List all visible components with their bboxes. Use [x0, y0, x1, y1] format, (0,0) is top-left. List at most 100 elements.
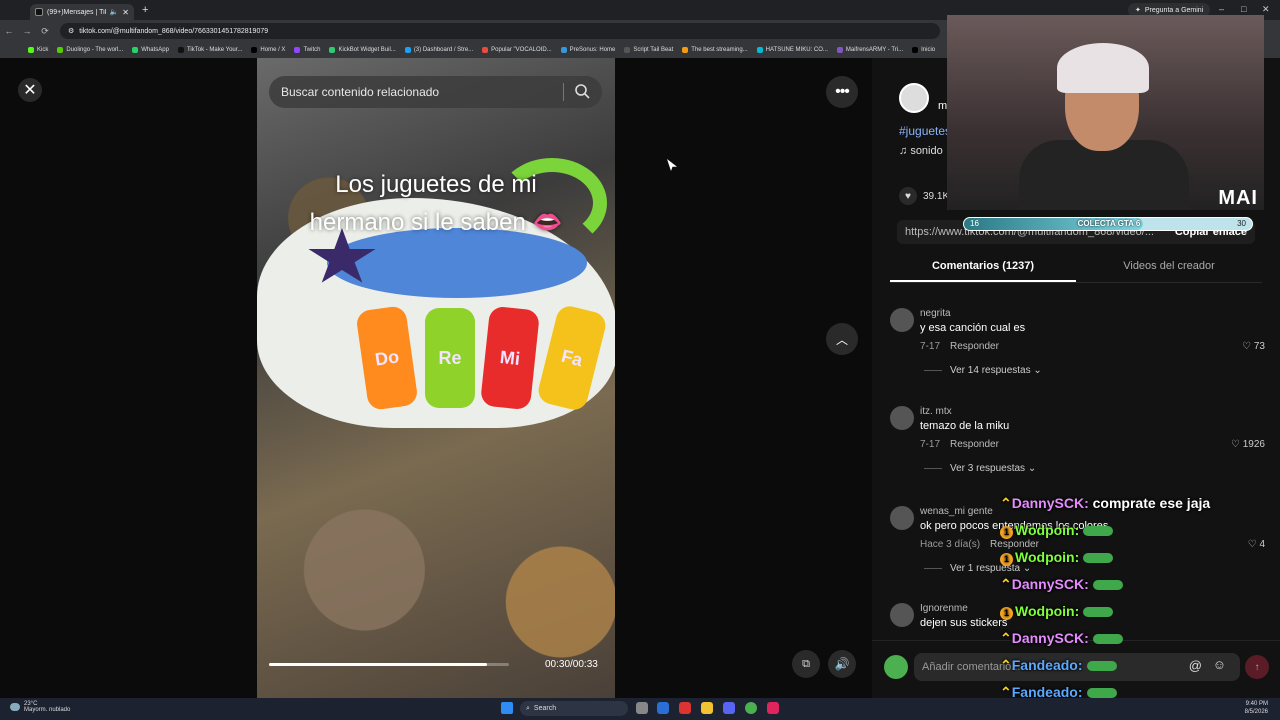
close-video-button[interactable]: ✕ [18, 78, 42, 102]
commenter-name[interactable]: wenas_mi gente [920, 506, 993, 517]
bookmark-item[interactable]: KickBot Widget Buil... [329, 47, 396, 53]
goal-label: COLECTA GTA 6 [1077, 219, 1141, 228]
chat-username: Fandeado: [1011, 657, 1083, 673]
mention-icon[interactable]: @ [1189, 658, 1202, 673]
author-name[interactable]: m [938, 100, 947, 112]
bookmark-item[interactable]: Home / X [251, 47, 285, 53]
bookmark-favicon-icon [912, 47, 919, 53]
system-clock[interactable]: 9:40 PM 8/5/2026 [1245, 700, 1268, 716]
mute-tab-icon[interactable]: 🔈 [110, 8, 119, 16]
bookmark-item[interactable]: PreSonus: Home [560, 47, 615, 53]
search-icon[interactable] [574, 83, 590, 99]
emote-icon [1083, 553, 1114, 564]
reply-button[interactable]: Responder [950, 439, 999, 450]
webcam-logo: MAI [1218, 187, 1258, 209]
hashtag-link[interactable]: #juguetes [899, 124, 951, 138]
emote-icon [1086, 688, 1117, 699]
comment-like[interactable]: ♡ 4 [1248, 539, 1265, 550]
bookmark-label: Twitch [303, 47, 321, 53]
commenter-avatar[interactable] [890, 308, 914, 332]
related-search-bar[interactable]: Buscar contenido relacionado [269, 76, 602, 108]
windows-taskbar: 23°C Mayorm. nublado ⌕ Search 9:40 PM 8/… [0, 698, 1280, 720]
emoji-icon[interactable]: ☺ [1213, 657, 1226, 672]
minimize-button[interactable]: – [1219, 4, 1224, 14]
maximize-button[interactable]: □ [1241, 4, 1246, 14]
comment-like[interactable]: ♡ 73 [1242, 341, 1265, 352]
goal-end: 30 [1237, 219, 1246, 228]
music-app-icon[interactable] [767, 702, 779, 714]
discord-icon[interactable] [723, 702, 735, 714]
bookmark-label: (3) Dashboard / Stre... [413, 47, 474, 53]
view-replies-button[interactable]: Ver 3 respuestas ⌄ [924, 463, 1036, 474]
comment-like[interactable]: ♡ 1926 [1231, 439, 1265, 450]
bookmark-item[interactable]: Inicio [912, 47, 935, 53]
bookmark-item[interactable]: Script Tail Beat [624, 47, 673, 53]
bookmark-item[interactable]: Twitch [294, 47, 320, 53]
task-view-icon[interactable] [636, 702, 648, 714]
chrome-icon[interactable] [745, 702, 757, 714]
bookmark-item[interactable]: MaifrensARMY - Tri... [836, 47, 903, 53]
comment-meta: 7-17 Responder [920, 439, 999, 450]
back-button[interactable]: ← [0, 26, 18, 36]
reply-button[interactable]: Responder [950, 341, 999, 352]
video-progress-bar[interactable] [269, 663, 509, 666]
video-player[interactable]: Do Re Mi Fa Los juguetes de mi hermano s… [257, 58, 615, 698]
view-replies-button[interactable]: Ver 14 respuestas ⌄ [924, 365, 1042, 376]
tab-title: (99+)Mensajes | TikTok [47, 8, 106, 16]
more-options-button[interactable]: ••• [826, 76, 858, 108]
heart-icon[interactable]: ♥ [899, 187, 917, 205]
bookmark-label: Inicio [921, 47, 936, 53]
app-icon[interactable] [679, 702, 691, 714]
reload-button[interactable]: ⟳ [36, 26, 54, 37]
bookmark-item[interactable]: Popular "VOCALOID... [482, 47, 552, 53]
bookmark-item[interactable]: Kick [28, 47, 48, 53]
commenter-name[interactable]: negrita [920, 308, 951, 319]
chat-arrow-icon: ⌃ [1000, 657, 1012, 673]
sound-link[interactable]: ♫ sonido [899, 145, 943, 157]
chat-message: ⌃DannySCK: comprate ese jaja [1000, 495, 1210, 512]
volume-button[interactable]: 🔊 [828, 650, 856, 678]
commenter-avatar[interactable] [890, 506, 914, 530]
comment-text: y esa canción cual es [920, 322, 1026, 334]
close-tab-icon[interactable]: ✕ [122, 8, 129, 17]
comment-meta: 7-17 Responder [920, 341, 999, 352]
new-tab-button[interactable]: + [142, 4, 148, 16]
windows-start-icon[interactable] [501, 702, 513, 714]
bookmark-favicon-icon [251, 47, 258, 53]
bookmark-item[interactable]: The best streaming... [682, 47, 748, 53]
url-bar[interactable]: ⚙ tiktok.com/@multifandom_868/video/7663… [60, 23, 940, 39]
close-window-button[interactable]: ✕ [1262, 4, 1270, 15]
subscriber-badge-icon: 1 [1000, 526, 1013, 539]
bookmark-item[interactable]: WhatsApp [132, 47, 169, 53]
video-timecode: 00:30/00:33 [545, 659, 598, 670]
site-info-icon[interactable]: ⚙ [68, 27, 74, 35]
panel-tabs: Comentarios (1237) Videos del creador [890, 252, 1262, 282]
bookmark-item[interactable]: Duolingo - The worl... [57, 47, 123, 53]
bookmark-item[interactable]: (3) Dashboard / Stre... [404, 47, 474, 53]
streamer-webcam-overlay: MAI [947, 15, 1264, 210]
cloud-icon [10, 703, 20, 711]
commenter-avatar[interactable] [890, 406, 914, 430]
weather-widget[interactable]: 23°C Mayorm. nublado [10, 701, 70, 713]
send-comment-button[interactable]: ↑ [1245, 655, 1269, 679]
tab-comments[interactable]: Comentarios (1237) [890, 252, 1076, 282]
commenter-avatar[interactable] [890, 603, 914, 627]
author-avatar[interactable] [899, 83, 929, 113]
weather-desc: Mayorm. nublado [24, 707, 71, 713]
previous-video-button[interactable]: ︿ [826, 323, 858, 355]
toy-key-mi: Mi [479, 305, 541, 411]
picture-in-picture-button[interactable]: ⧉ [792, 650, 820, 678]
bookmark-favicon-icon [404, 47, 411, 53]
tab-creator-videos[interactable]: Videos del creador [1076, 252, 1262, 282]
chat-message: 1 Wodpoin: [1000, 603, 1114, 620]
commenter-name[interactable]: itz. mtx [920, 406, 952, 417]
commenter-name[interactable]: Ignorenme [920, 603, 968, 614]
bookmark-item[interactable]: TikTok - Make Your... [177, 47, 242, 53]
browser-tab[interactable]: (99+)Mensajes | TikTok 🔈 ✕ [30, 4, 134, 20]
search-divider [563, 83, 564, 101]
file-explorer-icon[interactable] [701, 702, 713, 714]
bookmark-item[interactable]: HATSUNE MIKU: CO... [756, 47, 828, 53]
taskbar-search[interactable]: ⌕ Search [520, 701, 628, 716]
forward-button[interactable]: → [18, 26, 36, 36]
edge-icon[interactable] [657, 702, 669, 714]
